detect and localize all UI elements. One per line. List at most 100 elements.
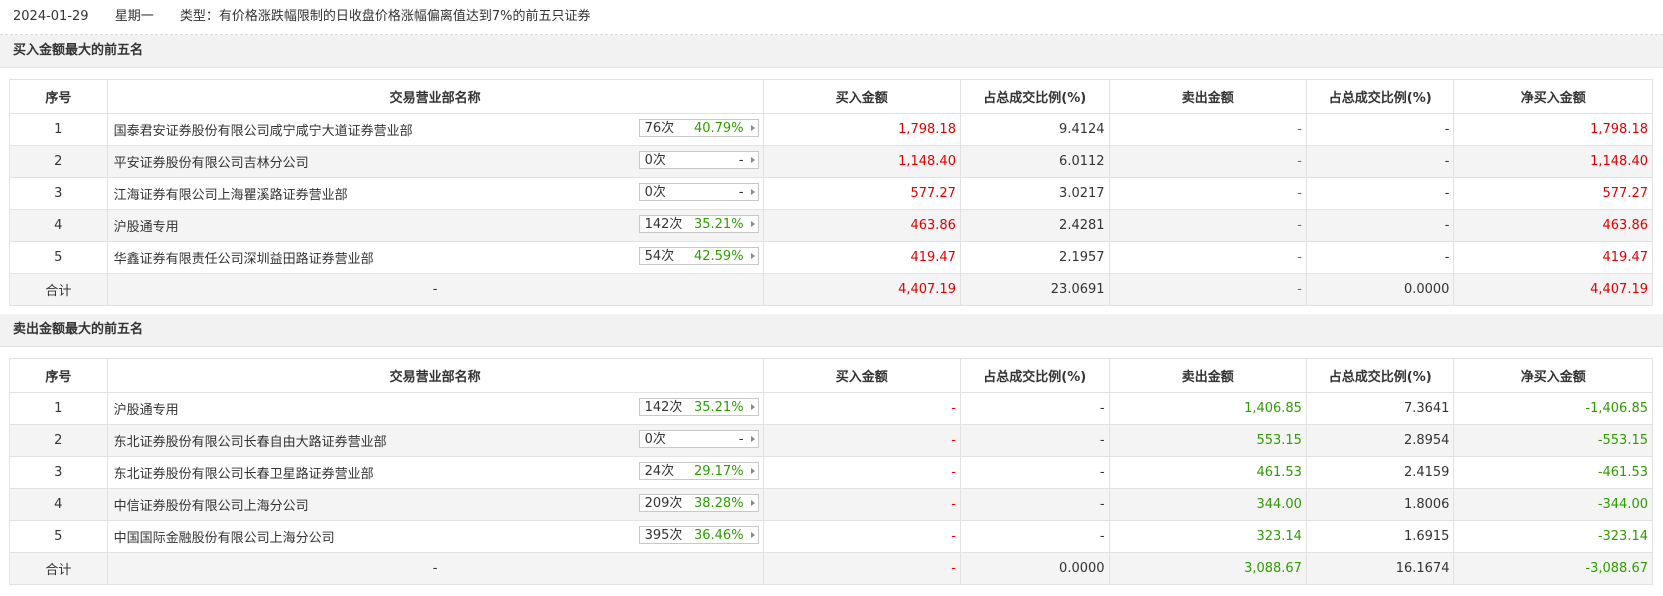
- branch-name-link[interactable]: 华鑫证券有限责任公司深圳益田路证券营业部: [112, 248, 374, 267]
- sell-amount: 344.00: [1108, 488, 1307, 521]
- sell-table: 序号 交易营业部名称 买入金额 占总成交比例(%) 卖出金额 占总成交比例(%)…: [9, 358, 1653, 585]
- branch-stats-button[interactable]: 24次 29.17%: [638, 462, 759, 480]
- buy-amount: 463.86: [762, 209, 961, 242]
- branch-name-link[interactable]: 东北证券股份有限公司长春卫星路证券营业部: [112, 463, 374, 482]
- listing-count: 142次: [644, 217, 683, 232]
- table-row: 1 国泰君安证券股份有限公司咸宁咸宁大道证券营业部 76次 40.79% 1,798.1…: [9, 113, 1653, 146]
- branch-stats-button[interactable]: 142次 35.21%: [638, 215, 759, 233]
- total-buy-ratio: 0.0000: [959, 552, 1110, 585]
- total-net-buy: 4,407.19: [1453, 273, 1653, 306]
- buy-amount: 577.27: [762, 177, 961, 210]
- net-buy-amount: -461.53: [1453, 456, 1653, 489]
- sell-ratio: -: [1305, 241, 1455, 274]
- branch-cell: 东北证券股份有限公司长春卫星路证券营业部 24次 29.17%: [106, 456, 764, 489]
- col-net-buy: 净买入金额: [1453, 358, 1653, 393]
- branch-name-link[interactable]: 平安证券股份有限公司吉林分公司: [112, 152, 309, 171]
- net-buy-amount: 419.47: [1453, 241, 1653, 274]
- table-row: 3 江海证券有限公司上海瞿溪路证券营业部 0次 -577.27 3.0217- -577.…: [9, 177, 1653, 210]
- col-sell-ratio: 占总成交比例(%): [1305, 79, 1455, 114]
- branch-name-link[interactable]: 沪股通专用: [112, 399, 179, 418]
- caret-right-icon: [750, 468, 755, 474]
- total-sell-ratio: 16.1674: [1305, 552, 1455, 585]
- row-index: 1: [9, 392, 108, 425]
- branch-name-link[interactable]: 中国国际金融股份有限公司上海分公司: [112, 527, 335, 546]
- win-rate: 38.28%: [693, 496, 744, 511]
- table-row: 4 中信证券股份有限公司上海分公司 209次 38.28% - -344.00 1.8006…: [9, 488, 1653, 521]
- buy-ratio: 6.0112: [959, 145, 1110, 178]
- win-rate: -: [738, 185, 744, 200]
- branch-name-link[interactable]: 沪股通专用: [112, 216, 179, 235]
- buy-amount: 1,148.40: [762, 145, 961, 178]
- win-rate: 35.21%: [693, 217, 744, 232]
- row-index: 5: [9, 520, 108, 553]
- net-buy-amount: -1,406.85: [1453, 392, 1653, 425]
- listing-count: 395次: [644, 528, 683, 543]
- branch-name-link[interactable]: 江海证券有限公司上海瞿溪路证券营业部: [112, 184, 348, 203]
- table-row: 3 东北证券股份有限公司长春卫星路证券营业部 24次 29.17% - -461.53 2.…: [9, 456, 1653, 489]
- sell-amount: 323.14: [1108, 520, 1307, 553]
- caret-right-icon: [750, 253, 755, 259]
- branch-cell: 沪股通专用 142次 35.21%: [106, 392, 764, 425]
- total-name: -: [106, 273, 764, 306]
- sell-amount: 461.53: [1108, 456, 1307, 489]
- branch-cell: 中国国际金融股份有限公司上海分公司 395次 36.46%: [106, 520, 764, 553]
- win-rate: 40.79%: [693, 121, 744, 136]
- branch-name-link[interactable]: 中信证券股份有限公司上海分公司: [112, 495, 309, 514]
- caret-right-icon: [750, 532, 755, 538]
- col-index: 序号: [9, 358, 108, 393]
- total-net-buy: -3,088.67: [1453, 552, 1653, 585]
- row-index: 2: [9, 145, 108, 178]
- buy-ratio: -: [959, 488, 1110, 521]
- total-buy-ratio: 23.0691: [959, 273, 1110, 306]
- sell-ratio: 7.3641: [1305, 392, 1455, 425]
- buy-amount: -: [762, 520, 961, 553]
- table-row: 5 中国国际金融股份有限公司上海分公司 395次 36.46% - -323.14 1.69…: [9, 520, 1653, 553]
- total-sell-amount: 3,088.67: [1108, 552, 1307, 585]
- buy-amount: -: [762, 424, 961, 457]
- win-rate: -: [738, 153, 744, 168]
- info-bar: 2024-01-29 星期一 类型：有价格涨跌幅限制的日收盘价格涨幅偏离值达到7…: [0, 0, 1663, 35]
- caret-right-icon: [750, 436, 755, 442]
- branch-stats-button[interactable]: 142次 35.21%: [638, 398, 759, 416]
- table-row: 4 沪股通专用 142次 35.21% 463.86 2.4281- -463.86: [9, 209, 1653, 242]
- buy-table: 序号 交易营业部名称 买入金额 占总成交比例(%) 卖出金额 占总成交比例(%)…: [9, 79, 1653, 306]
- net-buy-amount: -344.00: [1453, 488, 1653, 521]
- col-branch-name: 交易营业部名称: [106, 79, 764, 114]
- caret-right-icon: [750, 125, 755, 131]
- col-buy-ratio: 占总成交比例(%): [959, 358, 1110, 393]
- col-buy-amount: 买入金额: [762, 358, 961, 393]
- branch-cell: 华鑫证券有限责任公司深圳益田路证券营业部 54次 42.59%: [106, 241, 764, 274]
- branch-stats-button[interactable]: 0次 -: [638, 430, 759, 448]
- total-label: 合计: [9, 552, 108, 585]
- caret-right-icon: [750, 189, 755, 195]
- total-buy-amount: 4,407.19: [762, 273, 961, 306]
- table-row: 2 东北证券股份有限公司长春自由大路证券营业部 0次 - - -553.15 2.8954-…: [9, 424, 1653, 457]
- total-sell-amount: -: [1108, 273, 1307, 306]
- row-index: 4: [9, 209, 108, 242]
- total-name: -: [106, 552, 764, 585]
- col-sell-amount: 卖出金额: [1108, 79, 1307, 114]
- branch-stats-button[interactable]: 54次 42.59%: [638, 247, 759, 265]
- total-row: 合计 - -0.0000 3,088.67 16.1674 -3,088.67: [9, 552, 1653, 585]
- sell-amount: -: [1108, 177, 1307, 210]
- branch-cell: 国泰君安证券股份有限公司咸宁咸宁大道证券营业部 76次 40.79%: [106, 113, 764, 146]
- branch-stats-button[interactable]: 76次 40.79%: [638, 119, 759, 137]
- col-net-buy: 净买入金额: [1453, 79, 1653, 114]
- table-row: 1 沪股通专用 142次 35.21% - -1,406.85 7.3641 -1,406.8…: [9, 392, 1653, 425]
- branch-stats-button[interactable]: 209次 38.28%: [638, 494, 759, 512]
- branch-cell: 沪股通专用 142次 35.21%: [106, 209, 764, 242]
- win-rate: -: [738, 432, 744, 447]
- row-index: 1: [9, 113, 108, 146]
- branch-name-link[interactable]: 东北证券股份有限公司长春自由大路证券营业部: [112, 431, 387, 450]
- buy-ratio: -: [959, 520, 1110, 553]
- listing-count: 142次: [644, 400, 683, 415]
- sell-ratio: 2.4159: [1305, 456, 1455, 489]
- branch-stats-button[interactable]: 395次 36.46%: [638, 526, 759, 544]
- branch-cell: 中信证券股份有限公司上海分公司 209次 38.28%: [106, 488, 764, 521]
- col-branch-name: 交易营业部名称: [106, 358, 764, 393]
- sell-ratio: 1.8006: [1305, 488, 1455, 521]
- branch-stats-button[interactable]: 0次 -: [638, 183, 759, 201]
- branch-name-link[interactable]: 国泰君安证券股份有限公司咸宁咸宁大道证券营业部: [112, 120, 413, 139]
- row-index: 3: [9, 456, 108, 489]
- branch-stats-button[interactable]: 0次 -: [638, 151, 759, 169]
